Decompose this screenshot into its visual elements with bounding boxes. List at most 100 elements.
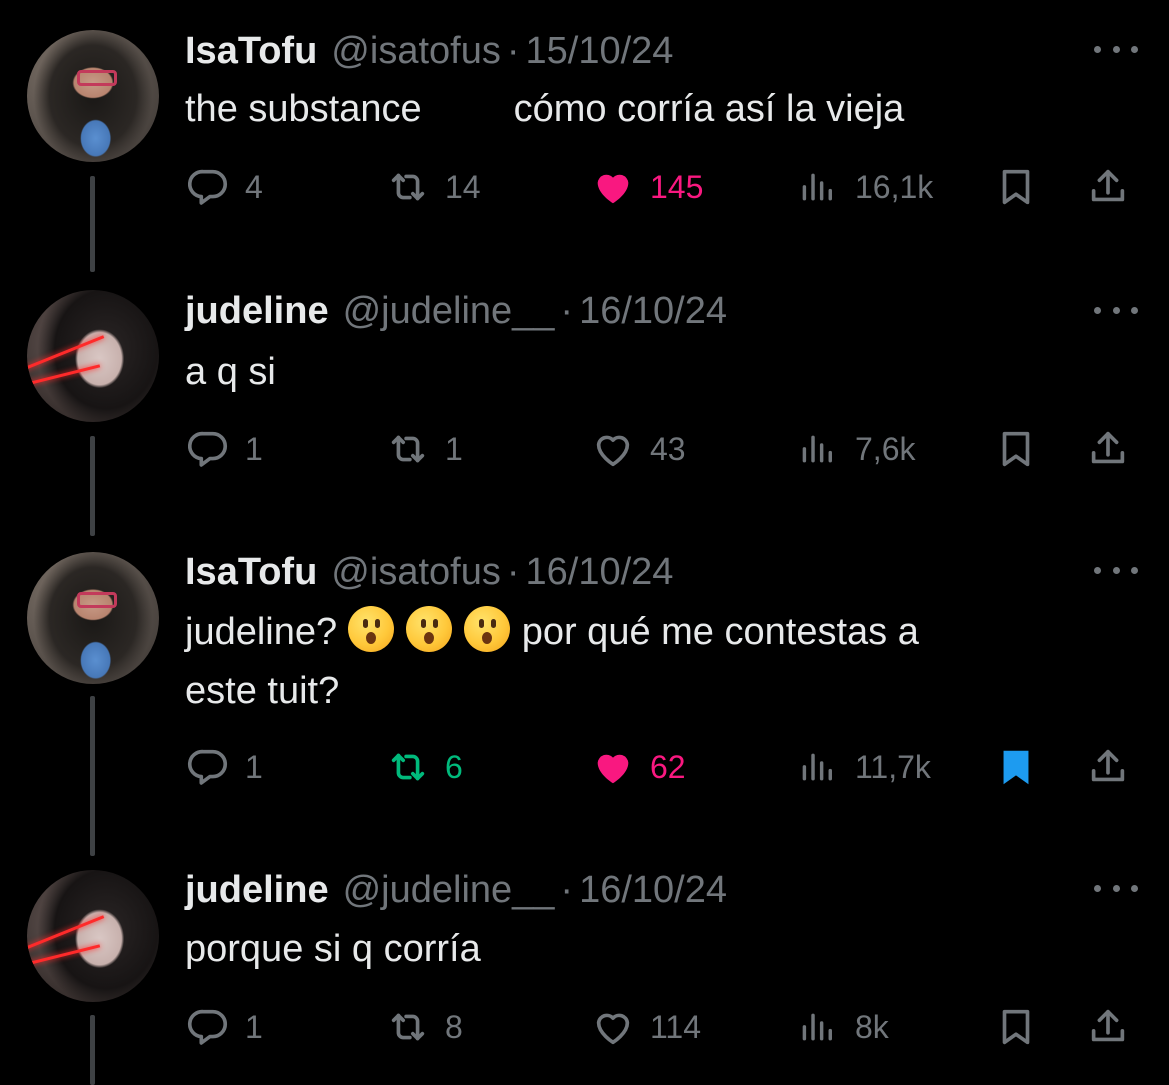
- tweet-date[interactable]: 16/10/24: [579, 871, 727, 909]
- retweet-button[interactable]: 8: [385, 1002, 463, 1052]
- thread-connector-line: [90, 436, 95, 536]
- reply-count: 1: [245, 1008, 263, 1045]
- username-handle[interactable]: @isatofus: [331, 32, 501, 70]
- retweet-icon: [385, 426, 431, 472]
- share-button[interactable]: [1085, 1002, 1131, 1052]
- tweet-header: judeline @judeline__ · 16/10/24: [185, 292, 727, 330]
- username-handle[interactable]: @isatofus: [331, 553, 501, 591]
- tweet-header: IsaTofu @isatofus · 16/10/24: [185, 553, 673, 591]
- view-count: 8k: [855, 1008, 889, 1045]
- hushed-face-emoji: [463, 606, 510, 652]
- views-button[interactable]: 8k: [795, 1002, 889, 1052]
- retweet-count: 6: [445, 748, 463, 785]
- display-name[interactable]: judeline: [185, 292, 329, 330]
- bookmark-button[interactable]: [993, 162, 1039, 212]
- reply-count: 1: [245, 748, 263, 785]
- bookmark-icon: [993, 164, 1039, 210]
- like-button[interactable]: 145: [590, 162, 703, 212]
- tweet-text: a q si: [185, 351, 276, 393]
- views-chart-icon: [795, 1004, 841, 1050]
- reply-count: 4: [245, 168, 263, 205]
- view-count: 16,1k: [855, 168, 934, 205]
- more-dots-icon[interactable]: [1094, 43, 1138, 55]
- retweet-button[interactable]: 1: [385, 424, 463, 474]
- views-chart-icon: [795, 426, 841, 472]
- username-handle[interactable]: @judeline__: [343, 871, 555, 909]
- thread-connector-line: [90, 696, 95, 856]
- more-dots-icon[interactable]: [1094, 304, 1138, 316]
- heart-icon: [590, 744, 636, 790]
- avatar[interactable]: [27, 552, 159, 684]
- view-count: 7,6k: [855, 430, 916, 467]
- display-name[interactable]: IsaTofu: [185, 32, 317, 70]
- thread-connector-line: [90, 1015, 95, 1085]
- tweet-date[interactable]: 16/10/24: [579, 292, 727, 330]
- like-count: 62: [650, 748, 686, 785]
- reply-icon: [185, 426, 231, 472]
- more-dots-icon[interactable]: [1094, 882, 1138, 894]
- share-button[interactable]: [1085, 162, 1131, 212]
- share-icon: [1085, 164, 1131, 210]
- tweet-actions: 1 6 62 11,7k: [185, 742, 1145, 792]
- separator-dot: ·: [560, 869, 574, 911]
- share-icon: [1085, 1004, 1131, 1050]
- reply-button[interactable]: 1: [185, 742, 263, 792]
- views-button[interactable]: 16,1k: [795, 162, 933, 212]
- tweet-text: the substance cómo corría así la vieja: [185, 80, 904, 138]
- avatar[interactable]: [27, 870, 159, 1002]
- retweet-icon: [385, 164, 431, 210]
- tweet-header: judeline @judeline__ · 16/10/24: [185, 871, 727, 909]
- heart-icon: [590, 1004, 636, 1050]
- retweet-count: 14: [445, 168, 481, 205]
- tweet-date[interactable]: 15/10/24: [526, 32, 674, 70]
- bookmark-button[interactable]: [993, 1002, 1039, 1052]
- tweet-actions: 4 14 145 16,1k: [185, 162, 1145, 212]
- conversation-thread: IsaTofu @isatofus · 15/10/24 the substan…: [0, 0, 1169, 1085]
- tweet-text-line2: este tuit?: [185, 670, 340, 712]
- like-button[interactable]: 62: [590, 742, 686, 792]
- like-count: 43: [650, 430, 686, 467]
- more-dots-icon[interactable]: [1094, 564, 1138, 576]
- reply-button[interactable]: 1: [185, 1002, 263, 1052]
- views-button[interactable]: 11,7k: [795, 742, 931, 792]
- reply-button[interactable]: 4: [185, 162, 263, 212]
- views-button[interactable]: 7,6k: [795, 424, 915, 474]
- views-chart-icon: [795, 164, 841, 210]
- heart-icon: [590, 164, 636, 210]
- retweet-button[interactable]: 6: [385, 742, 463, 792]
- share-button[interactable]: [1085, 742, 1131, 792]
- bookmark-icon: [993, 426, 1039, 472]
- retweet-icon: [385, 1004, 431, 1050]
- username-handle[interactable]: @judeline__: [343, 292, 555, 330]
- display-name[interactable]: IsaTofu: [185, 553, 317, 591]
- bookmark-button[interactable]: [993, 742, 1039, 792]
- retweet-count: 8: [445, 1008, 463, 1045]
- tweet-text: judeline? por qué me contestas a: [185, 603, 919, 661]
- separator-dot: ·: [506, 30, 520, 72]
- view-count: 11,7k: [855, 748, 931, 785]
- share-icon: [1085, 426, 1131, 472]
- tweet-date[interactable]: 16/10/24: [526, 553, 674, 591]
- tweet-actions: 1 1 43 7,6k: [185, 424, 1145, 474]
- share-icon: [1085, 744, 1131, 790]
- display-name[interactable]: judeline: [185, 871, 329, 909]
- reply-button[interactable]: 1: [185, 424, 263, 474]
- like-button[interactable]: 114: [590, 1002, 701, 1052]
- tweet-text-part: the substance: [185, 88, 422, 130]
- avatar[interactable]: [27, 290, 159, 422]
- share-button[interactable]: [1085, 424, 1131, 474]
- bookmark-button[interactable]: [993, 424, 1039, 474]
- reply-icon: [185, 744, 231, 790]
- reply-count: 1: [245, 430, 263, 467]
- reply-icon: [185, 1004, 231, 1050]
- retweet-count: 1: [445, 430, 463, 467]
- tweet-text-part: por qué me contestas a: [521, 611, 919, 653]
- separator-dot: ·: [560, 290, 574, 332]
- views-chart-icon: [795, 744, 841, 790]
- retweet-icon: [385, 744, 431, 790]
- tweet-text-part: judeline?: [185, 611, 338, 653]
- tweet-text: porque si q corría: [185, 928, 481, 970]
- retweet-button[interactable]: 14: [385, 162, 481, 212]
- like-button[interactable]: 43: [590, 424, 686, 474]
- avatar[interactable]: [27, 30, 159, 162]
